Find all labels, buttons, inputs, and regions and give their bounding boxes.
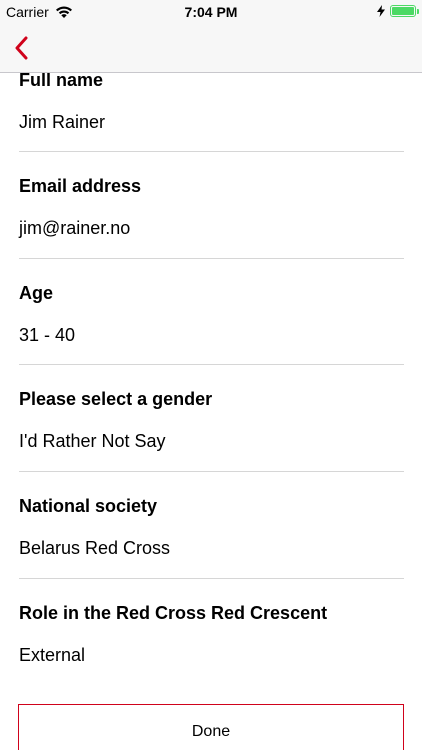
field-value: 31 - 40 — [19, 325, 76, 345]
profile-form: Full name Jim Rainer Email address jim@r… — [0, 73, 422, 750]
status-right — [377, 5, 419, 17]
done-button[interactable]: Done — [18, 704, 404, 750]
field-label: Role in the Red Cross Red Crescent — [19, 603, 328, 623]
status-bar: Carrier 7:04 PM — [0, 0, 422, 24]
battery-fill — [392, 7, 414, 15]
field-label: National society — [19, 496, 158, 516]
battery-cap — [417, 9, 419, 14]
back-button[interactable] — [6, 32, 36, 64]
field-gender[interactable]: Please select a gender I'd Rather Not Sa… — [19, 365, 404, 472]
field-label: Please select a gender — [19, 389, 213, 409]
chevron-left-icon — [15, 36, 28, 60]
field-full-name[interactable]: Full name Jim Rainer — [19, 73, 404, 152]
field-national-society[interactable]: National society Belarus Red Cross — [19, 472, 404, 579]
status-time: 7:04 PM — [184, 4, 238, 20]
field-value: I'd Rather Not Say — [19, 431, 166, 451]
field-label: Full name — [19, 73, 104, 90]
field-label: Email address — [19, 176, 142, 196]
battery-icon — [390, 5, 419, 17]
field-value: Belarus Red Cross — [19, 538, 171, 558]
charging-bolt-icon — [377, 5, 385, 17]
field-age[interactable]: Age 31 - 40 — [19, 259, 404, 365]
field-role[interactable]: Role in the Red Cross Red Crescent Exter… — [19, 579, 404, 689]
field-value: External — [19, 645, 86, 665]
field-value: jim@rainer.no — [19, 218, 131, 238]
navigation-bar — [0, 24, 422, 73]
field-value: Jim Rainer — [19, 112, 106, 132]
field-label: Age — [19, 283, 54, 303]
field-email-address[interactable]: Email address jim@rainer.no — [19, 152, 404, 259]
